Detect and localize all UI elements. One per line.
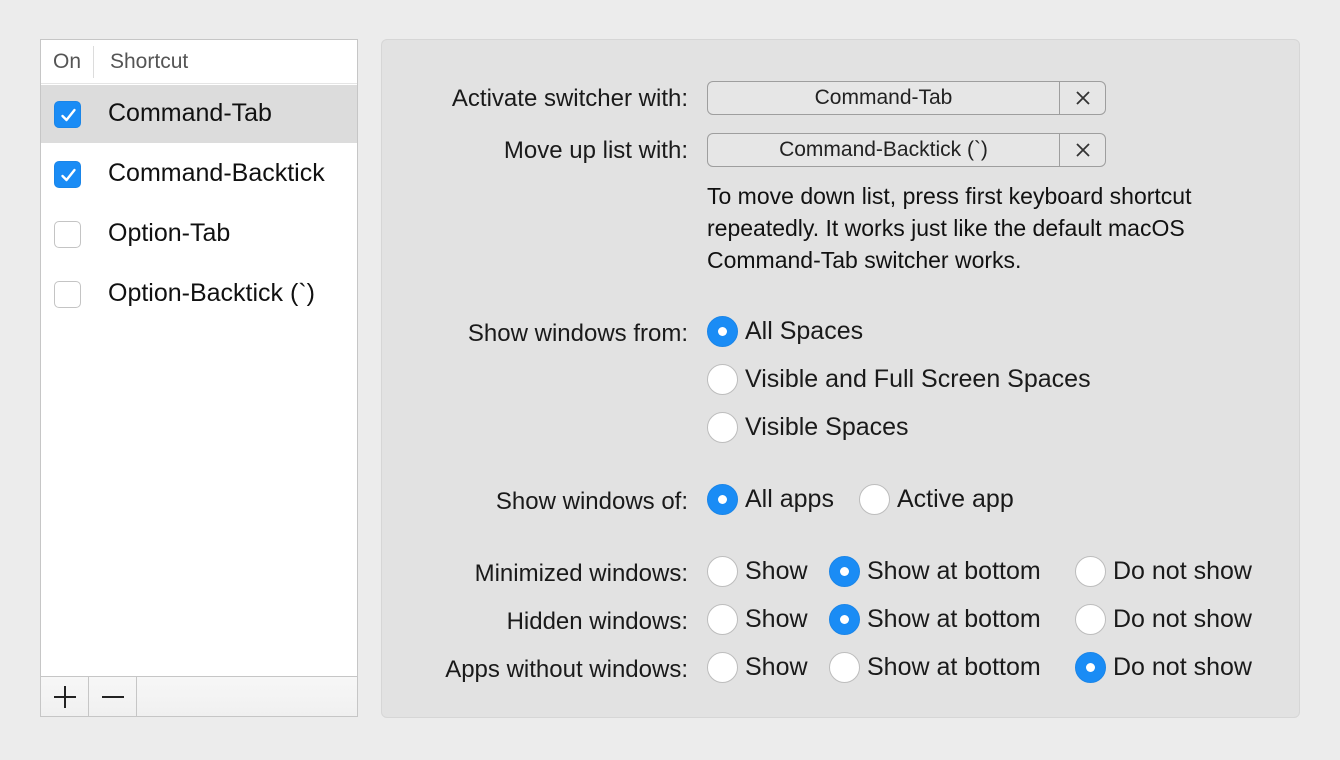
checkmark-icon xyxy=(61,108,76,122)
hidden-windows-label: Hidden windows: xyxy=(506,608,688,635)
radio-label: Show at bottom xyxy=(867,653,1041,681)
remove-shortcut-button[interactable] xyxy=(89,677,137,716)
add-shortcut-button[interactable] xyxy=(41,677,89,716)
list-header: On Shortcut xyxy=(41,40,357,84)
radio-all-spaces[interactable]: All Spaces xyxy=(707,316,863,347)
column-header-on[interactable]: On xyxy=(53,50,81,74)
radio-minimized-show-at-bottom[interactable]: Show at bottom xyxy=(829,556,1041,587)
radio-label: Show xyxy=(745,557,808,585)
minimized-windows-label: Minimized windows: xyxy=(474,560,688,587)
radio-label: Do not show xyxy=(1113,557,1252,585)
radio-apps-show[interactable]: Show xyxy=(707,652,808,683)
radio-label: Visible and Full Screen Spaces xyxy=(745,365,1091,393)
radio-label: Show xyxy=(745,653,808,681)
x-icon xyxy=(1075,91,1090,105)
radio-button[interactable] xyxy=(707,652,738,683)
radio-visible-spaces[interactable]: Visible Spaces xyxy=(707,412,909,443)
radio-button[interactable] xyxy=(829,604,860,635)
list-item[interactable]: Option-Backtick (`) xyxy=(41,265,357,323)
shortcut-list: On Shortcut Command-Tab Command-Backtick… xyxy=(40,39,358,717)
shortcut-label: Option-Backtick (`) xyxy=(108,279,315,307)
radio-label: Do not show xyxy=(1113,605,1252,633)
radio-label: All Spaces xyxy=(745,317,864,345)
help-text: To move down list, press first keyboard … xyxy=(707,183,1192,273)
radio-button[interactable] xyxy=(707,412,738,443)
plus-icon xyxy=(53,685,76,708)
radio-button[interactable] xyxy=(707,556,738,587)
column-header-shortcut[interactable]: Shortcut xyxy=(110,50,188,74)
move-up-shortcut-field[interactable]: Command-Backtick (`) xyxy=(707,133,1060,167)
shortcut-label: Command-Backtick xyxy=(108,159,325,187)
clear-move-up-button[interactable] xyxy=(1060,133,1106,167)
settings-panel: Activate switcher with: Command-Tab Move… xyxy=(381,39,1300,718)
radio-label: Do not show xyxy=(1113,653,1252,681)
activate-label: Activate switcher with: xyxy=(451,85,688,112)
radio-all-apps[interactable]: All apps xyxy=(707,484,834,515)
radio-button[interactable] xyxy=(707,364,738,395)
enable-checkbox[interactable] xyxy=(54,161,81,188)
apps-without-windows-label: Apps without windows: xyxy=(445,656,688,683)
radio-hidden-show[interactable]: Show xyxy=(707,604,808,635)
enable-checkbox[interactable] xyxy=(54,281,81,308)
radio-label: Show at bottom xyxy=(867,557,1041,585)
activate-shortcut-field[interactable]: Command-Tab xyxy=(707,81,1060,115)
radio-hidden-show-at-bottom[interactable]: Show at bottom xyxy=(829,604,1041,635)
list-item[interactable]: Command-Tab xyxy=(41,85,357,143)
radio-hidden-do-not-show[interactable]: Do not show xyxy=(1075,604,1252,635)
radio-button[interactable] xyxy=(707,484,738,515)
x-icon xyxy=(1075,143,1090,157)
radio-visible-and-full-screen-spaces[interactable]: Visible and Full Screen Spaces xyxy=(707,364,1091,395)
checkmark-icon xyxy=(61,168,76,182)
list-item[interactable]: Option-Tab xyxy=(41,205,357,263)
radio-minimized-do-not-show[interactable]: Do not show xyxy=(1075,556,1252,587)
radio-apps-do-not-show[interactable]: Do not show xyxy=(1075,652,1252,683)
list-footer xyxy=(41,676,357,716)
radio-label: Show xyxy=(745,605,808,633)
radio-minimized-show[interactable]: Show xyxy=(707,556,808,587)
radio-active-app[interactable]: Active app xyxy=(859,484,1014,515)
list-item[interactable]: Command-Backtick xyxy=(41,145,357,203)
radio-button[interactable] xyxy=(829,652,860,683)
minus-icon xyxy=(101,695,124,698)
radio-apps-show-at-bottom[interactable]: Show at bottom xyxy=(829,652,1041,683)
radio-label: Visible Spaces xyxy=(745,413,909,441)
shortcut-label: Option-Tab xyxy=(108,219,231,247)
clear-activate-button[interactable] xyxy=(1060,81,1106,115)
radio-button[interactable] xyxy=(1075,652,1106,683)
move-up-label: Move up list with: xyxy=(503,137,688,164)
radio-button[interactable] xyxy=(859,484,890,515)
show-windows-of-label: Show windows of: xyxy=(495,488,688,515)
radio-label: All apps xyxy=(745,485,834,513)
column-divider xyxy=(93,46,94,78)
radio-button[interactable] xyxy=(707,316,738,347)
radio-button[interactable] xyxy=(707,604,738,635)
enable-checkbox[interactable] xyxy=(54,221,81,248)
radio-button[interactable] xyxy=(829,556,860,587)
radio-button[interactable] xyxy=(1075,556,1106,587)
radio-label: Show at bottom xyxy=(867,605,1041,633)
enable-checkbox[interactable] xyxy=(54,101,81,128)
shortcut-label: Command-Tab xyxy=(108,99,272,127)
radio-label: Active app xyxy=(897,485,1014,513)
show-windows-from-label: Show windows from: xyxy=(467,320,688,347)
radio-button[interactable] xyxy=(1075,604,1106,635)
